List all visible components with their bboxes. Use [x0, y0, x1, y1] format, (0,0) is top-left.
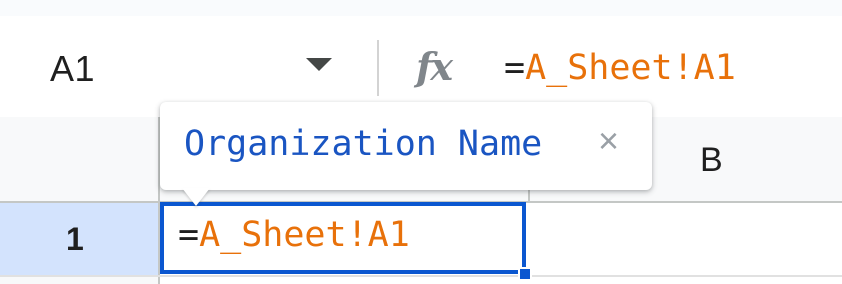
formula-bar-divider [377, 40, 379, 96]
formula-equals: = [504, 48, 526, 88]
top-strip [0, 0, 842, 16]
row-header-2[interactable] [0, 277, 160, 284]
name-box-value[interactable]: A1 [50, 48, 95, 90]
cell-formula-equals: = [178, 215, 200, 255]
tooltip-arrow [182, 188, 210, 206]
select-all-corner[interactable] [0, 117, 160, 203]
chevron-down-icon[interactable] [306, 58, 332, 71]
cell-editor[interactable]: =A_Sheet!A1 [178, 215, 410, 255]
active-cell-a1[interactable]: =A_Sheet!A1 [160, 202, 526, 274]
fill-handle[interactable] [518, 267, 532, 281]
cell-formula-reference: A_Sheet!A1 [199, 215, 410, 255]
row-header-1[interactable]: 1 [0, 203, 160, 275]
fx-icon: fx [416, 44, 453, 89]
formula-input[interactable]: =A_Sheet!A1 [504, 48, 736, 88]
cell-b1[interactable] [528, 203, 842, 275]
close-icon[interactable]: × [598, 120, 619, 162]
column-label-b: B [700, 141, 723, 179]
named-range-tooltip: Organization Name × [160, 102, 652, 190]
row-label-1: 1 [66, 221, 84, 257]
tooltip-text: Organization Name [184, 124, 543, 164]
formula-reference: A_Sheet!A1 [525, 48, 736, 88]
